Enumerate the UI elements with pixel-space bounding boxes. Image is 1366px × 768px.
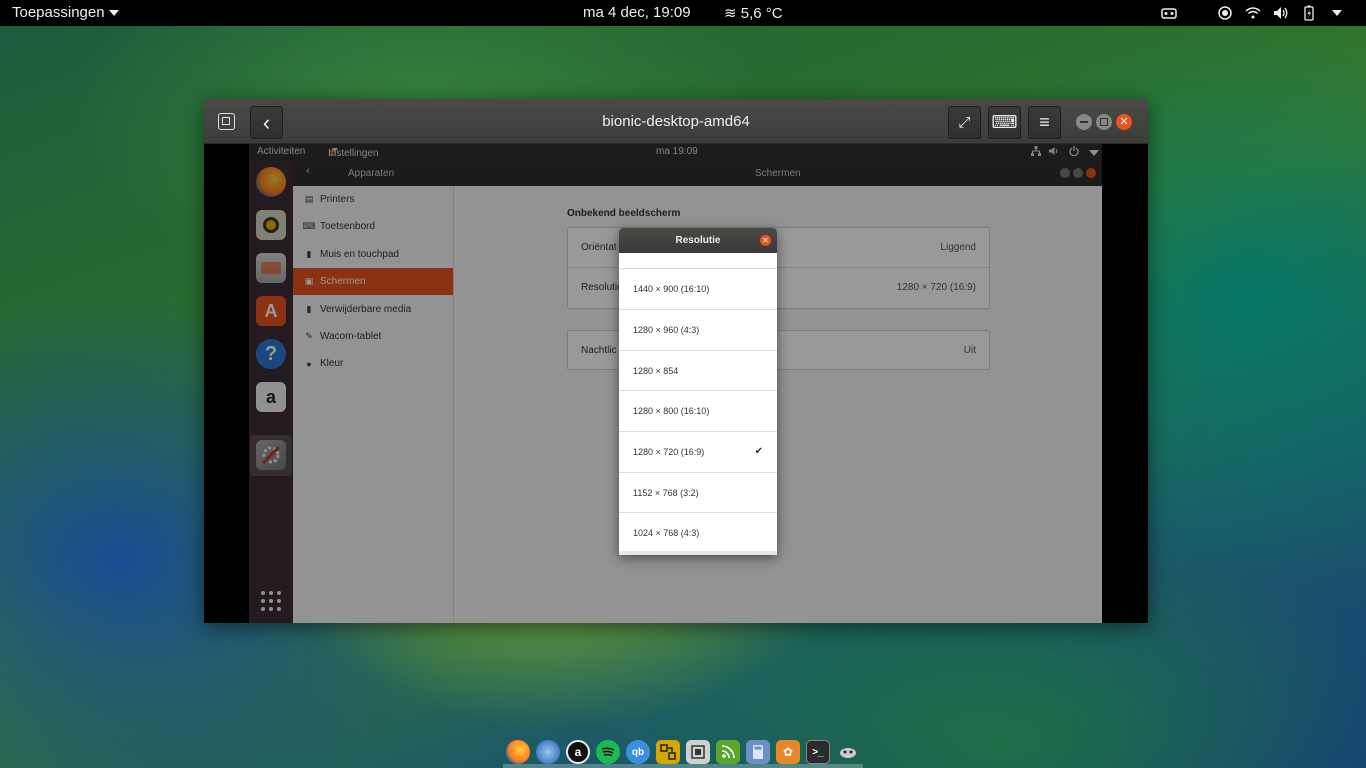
keyboard-icon: ⌨ [991,112,1018,132]
calculator-icon[interactable] [746,740,770,764]
resolution-option-label: 1280 × 720 (16:9) [633,447,705,457]
pattern-icon[interactable] [656,740,680,764]
vm-fullscreen-button[interactable]: ⤢ [948,106,981,139]
close-icon: ✕ [1119,116,1129,128]
resolution-option-label: 1152 × 768 (3:2) [633,488,699,498]
maximize-icon [1100,118,1108,126]
vm-keyboard-button[interactable]: ⌨ [988,106,1021,139]
wifi-icon[interactable] [1244,4,1262,22]
fullscreen-icon: ⤢ [958,114,971,131]
dialog-close-button[interactable]: ✕ [760,235,771,246]
host-top-bar: Toepassingen ma 4 dec, 19:09 ≋ 5,6 °C [0,0,1366,26]
vm-header-bar: ‹ bionic-desktop-amd64 ⤢ ⌨ ≡ ✕ [204,99,1148,144]
amazon-icon[interactable]: a [566,740,590,764]
resolution-dialog-header: Resolutie ✕ [619,228,777,253]
resolution-dialog: Resolutie ✕ 1440 × 900 (16:10) 1280 × 96… [619,228,777,555]
terminal-icon[interactable]: >_ [806,740,830,764]
resolution-option[interactable]: 1152 × 768 (3:2) [619,472,777,513]
virt-manager-icon[interactable] [686,740,710,764]
close-icon: ✕ [762,236,769,245]
minimize-icon [1080,121,1088,123]
resolution-option[interactable]: 1440 × 900 (16:10) [619,268,777,309]
chevron-down-icon [108,10,119,17]
power-menu-chevron-icon[interactable] [1328,4,1346,22]
resolution-option-label: 1280 × 960 (4:3) [633,325,700,335]
thunderbird-icon[interactable] [536,740,560,764]
dialog-scroll-edge [619,551,777,555]
resolution-option-label: 1024 × 768 (4:3) [633,528,700,538]
host-clock[interactable]: ma 4 dec, 19:09 [583,4,691,21]
close-button[interactable]: ✕ [1116,114,1132,130]
maximize-button[interactable] [1096,114,1112,130]
resolution-option[interactable]: 1024 × 768 (4:3) [619,512,777,553]
resolution-option-label: 1280 × 800 (16:10) [633,406,710,416]
resolution-option-selected[interactable]: 1280 × 720 (16:9) ✔ [619,431,777,472]
settings-icon[interactable]: ✿ [776,740,800,764]
checkmark-icon: ✔ [754,446,763,457]
gnome-icon[interactable] [836,740,860,764]
applications-menu[interactable]: Toepassingen [12,4,119,21]
weather-temperature: 5,6 °C [740,5,783,22]
resolution-option[interactable]: 1280 × 854 [619,350,777,391]
battery-icon[interactable] [1300,4,1318,22]
guest-desktop[interactable]: Activiteiten ✿ Instellingen ma 19:09 A ?… [249,144,1102,623]
volume-icon[interactable] [1272,4,1290,22]
resolution-option-label: 1440 × 900 (16:10) [633,284,710,294]
resolution-dialog-title: Resolutie [675,235,721,246]
resolution-option[interactable]: 1280 × 800 (16:10) [619,390,777,431]
screen-recorder-icon[interactable] [1160,4,1178,22]
weather-icon: ≋ [724,5,737,22]
applications-menu-label: Toepassingen [12,4,105,21]
hamburger-menu-icon: ≡ [1039,112,1050,132]
system-tray[interactable] [1160,4,1346,22]
firefox-icon[interactable] [506,740,530,764]
resolution-option-label: 1280 × 854 [633,366,679,376]
host-dock-indicator [503,764,863,768]
spotify-icon[interactable] [596,740,620,764]
vm-menu-button[interactable]: ≡ [1028,106,1061,139]
rss-icon[interactable] [716,740,740,764]
screenshot-icon[interactable] [1216,4,1234,22]
minimize-button[interactable] [1076,114,1092,130]
qbittorrent-icon[interactable]: qb [626,740,650,764]
host-weather[interactable]: ≋ 5,6 °C [724,4,783,22]
resolution-option[interactable]: 1280 × 960 (4:3) [619,309,777,350]
